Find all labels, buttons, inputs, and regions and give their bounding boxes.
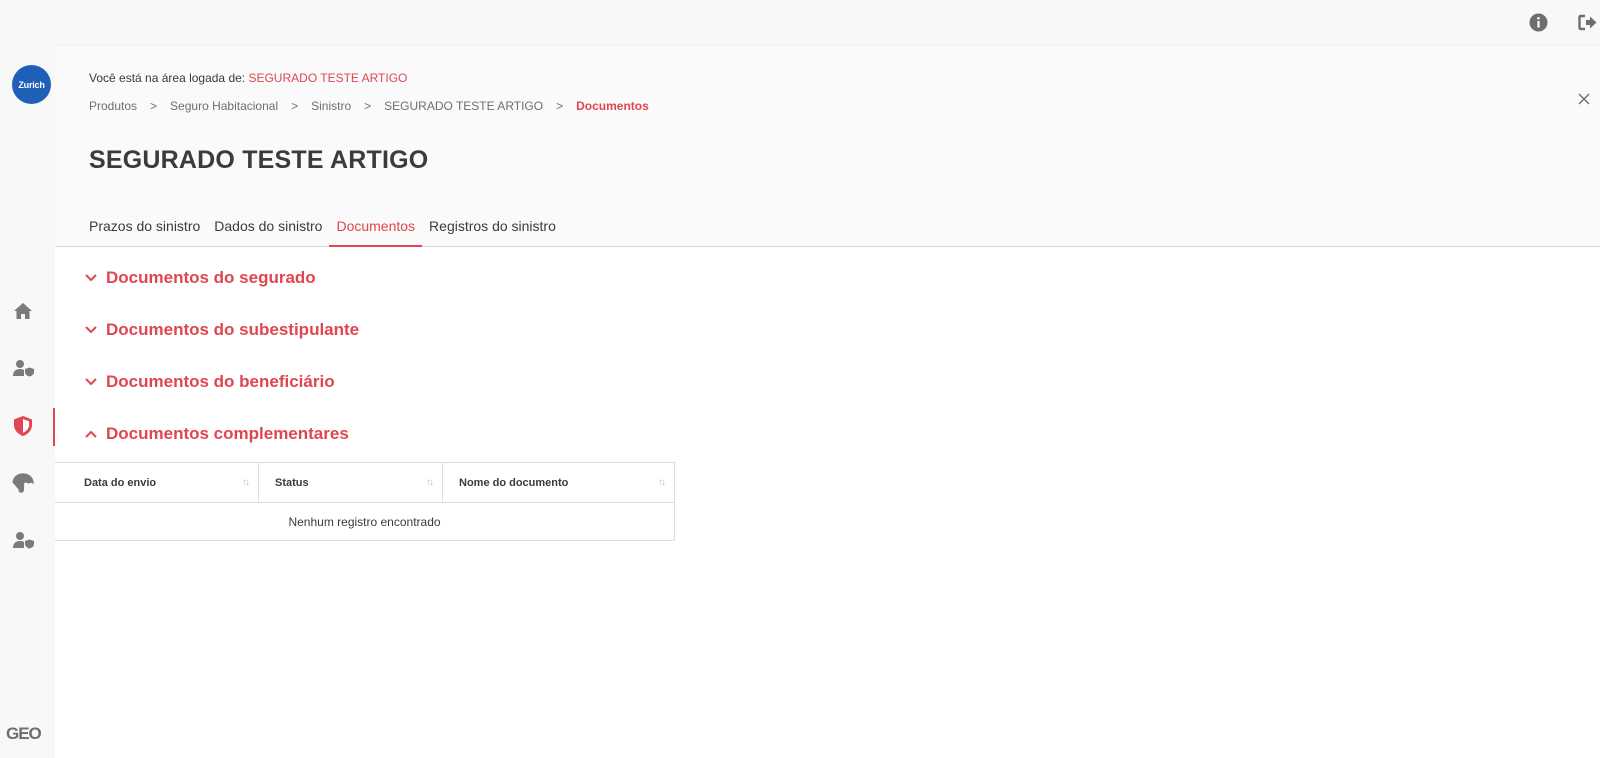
logout-icon[interactable] bbox=[1578, 12, 1598, 32]
empty-table-message: Nenhum registro encontrado bbox=[288, 514, 441, 529]
geo-logo: GEO bbox=[6, 724, 42, 743]
column-header-status[interactable]: Status ↑↓ bbox=[259, 463, 443, 502]
tab-documentos[interactable]: Documentos bbox=[329, 217, 423, 247]
nav-active-indicator bbox=[53, 408, 55, 446]
umbrella-icon[interactable] bbox=[11, 471, 35, 495]
page-header: Você está na área logada de: SEGURADO TE… bbox=[55, 47, 1600, 247]
section-documentos-do-beneficiario[interactable]: Documentos do beneficiário bbox=[85, 370, 335, 394]
chevron-down-icon bbox=[85, 324, 97, 336]
sidebar: Zurich GEO bbox=[0, 0, 55, 758]
column-label: Status bbox=[275, 476, 309, 489]
zurich-logo[interactable]: Zurich bbox=[12, 65, 51, 104]
breadcrumb-item-segurado[interactable]: SEGURADO TESTE ARTIGO bbox=[384, 99, 543, 113]
tab-bar: Prazos do sinistro Dados do sinistro Doc… bbox=[89, 217, 563, 247]
column-header-nome-do-documento[interactable]: Nome do documento ↑↓ bbox=[443, 463, 674, 502]
breadcrumb-separator: > bbox=[150, 99, 158, 113]
section-title: Documentos do subestipulante bbox=[106, 320, 360, 339]
chevron-down-icon bbox=[85, 376, 97, 388]
logged-user-name: SEGURADO TESTE ARTIGO bbox=[248, 71, 408, 85]
breadcrumb-separator: > bbox=[556, 99, 564, 113]
table-header: Data do envio ↑↓ Status ↑↓ Nome do docum… bbox=[55, 463, 674, 503]
section-documentos-complementares[interactable]: Documentos complementares bbox=[85, 422, 349, 446]
section-title: Documentos do beneficiário bbox=[106, 372, 335, 391]
logged-prefix: Você está na área logada de: bbox=[89, 71, 249, 85]
breadcrumb: Produtos > Seguro Habitacional > Sinistr… bbox=[89, 99, 649, 113]
home-icon[interactable] bbox=[11, 299, 35, 323]
user-shield-icon[interactable] bbox=[11, 356, 35, 380]
logged-area-text: Você está na área logada de: SEGURADO TE… bbox=[89, 71, 407, 85]
sort-icon[interactable]: ↑↓ bbox=[242, 477, 250, 488]
tab-registros-do-sinistro[interactable]: Registros do sinistro bbox=[422, 217, 563, 247]
section-title: Documentos complementares bbox=[106, 424, 349, 443]
section-documentos-do-subestipulante[interactable]: Documentos do subestipulante bbox=[85, 318, 359, 342]
shield-icon[interactable] bbox=[11, 414, 35, 438]
column-header-data-do-envio[interactable]: Data do envio ↑↓ bbox=[55, 463, 259, 502]
chevron-down-icon bbox=[85, 272, 97, 284]
section-documentos-do-segurado[interactable]: Documentos do segurado bbox=[85, 266, 316, 290]
column-label: Data do envio bbox=[84, 476, 157, 489]
close-icon[interactable] bbox=[1576, 91, 1592, 107]
user-shield-icon[interactable] bbox=[11, 528, 35, 552]
breadcrumb-item-sinistro[interactable]: Sinistro bbox=[311, 99, 351, 113]
sort-icon[interactable]: ↑↓ bbox=[426, 477, 434, 488]
chevron-up-icon bbox=[85, 428, 97, 440]
documents-table: Data do envio ↑↓ Status ↑↓ Nome do docum… bbox=[55, 462, 675, 541]
page-title: SEGURADO TESTE ARTIGO bbox=[89, 146, 429, 174]
sort-icon[interactable]: ↑↓ bbox=[658, 477, 666, 488]
breadcrumb-separator: > bbox=[291, 99, 299, 113]
tab-dados-do-sinistro[interactable]: Dados do sinistro bbox=[207, 217, 329, 247]
top-bar bbox=[55, 0, 1600, 46]
tab-prazos-do-sinistro[interactable]: Prazos do sinistro bbox=[89, 217, 207, 247]
column-label: Nome do documento bbox=[459, 476, 569, 489]
breadcrumb-item-seguro-habitacional[interactable]: Seguro Habitacional bbox=[170, 99, 278, 113]
section-title: Documentos do segurado bbox=[106, 268, 316, 287]
info-icon[interactable] bbox=[1528, 12, 1548, 32]
breadcrumb-separator: > bbox=[364, 99, 372, 113]
breadcrumb-item-documentos: Documentos bbox=[576, 99, 649, 113]
breadcrumb-item-produtos[interactable]: Produtos bbox=[89, 99, 137, 113]
